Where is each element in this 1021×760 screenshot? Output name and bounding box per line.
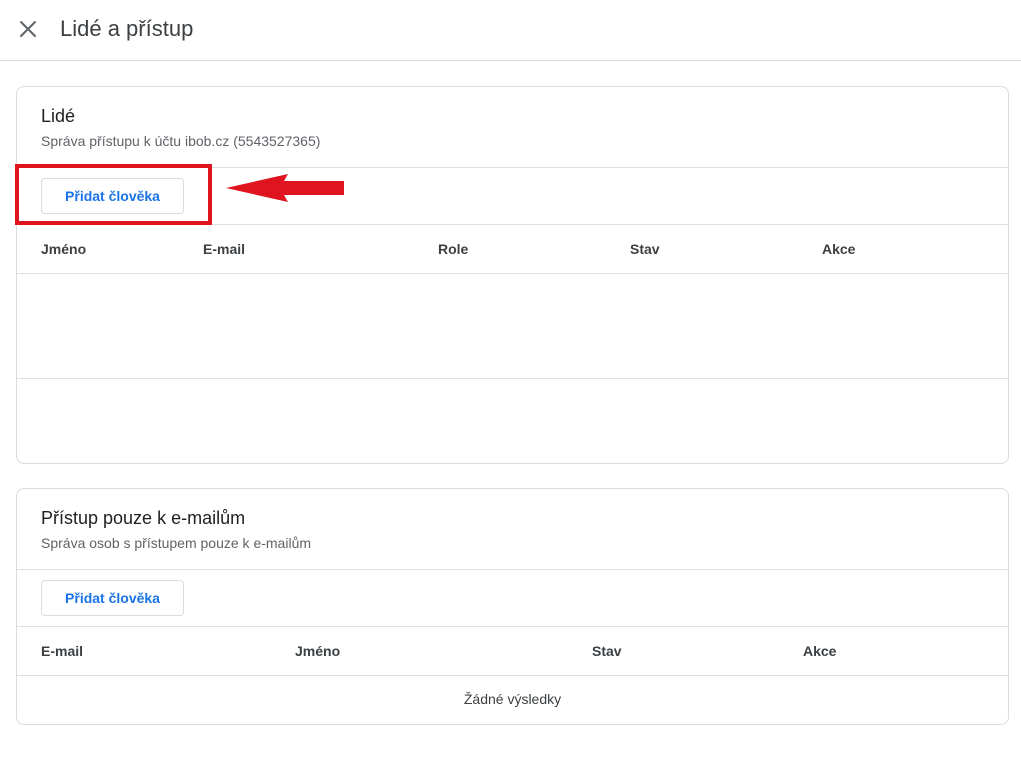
- column-header-email[interactable]: E-mail: [41, 642, 83, 660]
- empty-results-text: Žádné výsledky: [463, 691, 562, 707]
- close-icon: [20, 21, 36, 37]
- people-table-header: Jméno E-mail Role Stav Akce: [17, 225, 1008, 274]
- column-header-role[interactable]: Role: [438, 240, 468, 258]
- close-button[interactable]: [14, 15, 42, 43]
- people-card-subtitle: Správa přístupu k účtu ibob.cz (55435273…: [41, 133, 321, 149]
- top-bar: Lidé a přístup: [0, 0, 1021, 61]
- empty-results-row: Žádné výsledky: [17, 690, 1008, 724]
- column-header-status[interactable]: Stav: [630, 240, 660, 258]
- column-header-name[interactable]: Jméno: [41, 240, 86, 258]
- people-table-row: [17, 379, 1008, 463]
- add-person-button[interactable]: Přidat člověka: [41, 178, 184, 214]
- column-header-name[interactable]: Jméno: [295, 642, 340, 660]
- column-header-status[interactable]: Stav: [592, 642, 622, 660]
- email-only-card: Přístup pouze k e-mailům Správa osob s p…: [16, 488, 1009, 725]
- email-card-subtitle: Správa osob s přístupem pouze k e-mailům: [41, 535, 312, 551]
- people-card: Lidé Správa přístupu k účtu ibob.cz (554…: [16, 86, 1009, 464]
- column-header-email[interactable]: E-mail: [203, 240, 245, 258]
- email-card-title: Přístup pouze k e-mailům: [41, 508, 246, 528]
- people-action-row: Přidat člověka: [17, 168, 1008, 225]
- people-table-row: [17, 274, 1008, 379]
- people-card-title: Lidé: [41, 106, 76, 126]
- email-table-header: E-mail Jméno Stav Akce: [17, 627, 1008, 676]
- column-header-actions: Akce: [803, 643, 837, 659]
- add-email-person-button[interactable]: Přidat člověka: [41, 580, 184, 616]
- email-action-row: Přidat člověka: [17, 570, 1008, 627]
- people-card-header: Lidé Správa přístupu k účtu ibob.cz (554…: [17, 87, 1008, 168]
- email-card-header: Přístup pouze k e-mailům Správa osob s p…: [17, 489, 1008, 570]
- page-title: Lidé a přístup: [60, 16, 194, 41]
- column-header-actions: Akce: [822, 241, 856, 257]
